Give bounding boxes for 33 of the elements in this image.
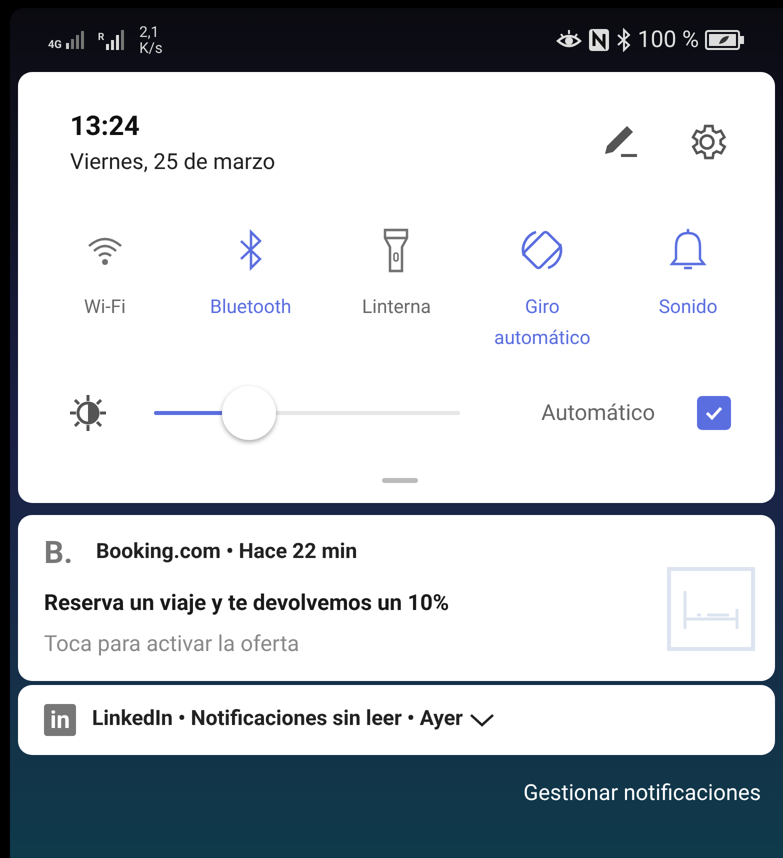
auto-brightness-checkbox[interactable] bbox=[697, 396, 731, 430]
chevron-down-icon[interactable] bbox=[468, 712, 495, 728]
notification-card[interactable]: B. Booking.com • Hace 22 min Reserva un viaje y te devolvemos un 10% Toca para activar la oferta bbox=[18, 515, 775, 680]
battery-percentage: 100 % bbox=[638, 24, 699, 55]
notification-header: LinkedIn • Notificaciones sin leer • Ayer bbox=[92, 706, 463, 733]
notification-title: Reserva un viaje y te devolvemos un 10% bbox=[44, 590, 450, 618]
manage-notifications-link[interactable]: Gestionar notificaciones bbox=[523, 776, 761, 810]
speed-unit: K/s bbox=[139, 40, 163, 56]
roaming-label: R bbox=[98, 33, 104, 43]
network-type-label: 4G bbox=[48, 39, 62, 50]
signal-icon bbox=[105, 29, 126, 51]
drag-handle[interactable] bbox=[382, 478, 418, 483]
notification-card[interactable]: in LinkedIn • Notificaciones sin leer • Ayer bbox=[18, 684, 775, 754]
bluetooth-icon bbox=[616, 28, 632, 52]
tile-label[interactable]: Bluetooth bbox=[186, 291, 316, 322]
date-label: Viernes, 25 de marzo bbox=[70, 149, 276, 177]
speed-value: 2,1 bbox=[139, 24, 160, 40]
bed-icon bbox=[667, 566, 755, 651]
slider-thumb[interactable] bbox=[222, 386, 276, 440]
battery-icon bbox=[705, 29, 745, 51]
auto-brightness-label: Automático bbox=[541, 400, 655, 428]
signal-icon bbox=[64, 30, 84, 50]
notification-text: Toca para activar la oferta bbox=[44, 630, 300, 658]
tile-label[interactable]: Sonido bbox=[623, 291, 754, 322]
app-logo: in bbox=[44, 704, 76, 736]
brightness-slider[interactable] bbox=[154, 385, 460, 441]
clock-time: 13:24 bbox=[70, 110, 141, 142]
tile-label[interactable]: Linterna bbox=[331, 291, 462, 322]
nfc-icon bbox=[588, 28, 610, 52]
tile-label[interactable]: Wi-Fi bbox=[40, 291, 170, 322]
tile-label[interactable]: Giro automático bbox=[477, 291, 608, 353]
app-logo: B. bbox=[44, 538, 74, 568]
notification-header: Booking.com • Hace 22 min bbox=[96, 539, 358, 566]
